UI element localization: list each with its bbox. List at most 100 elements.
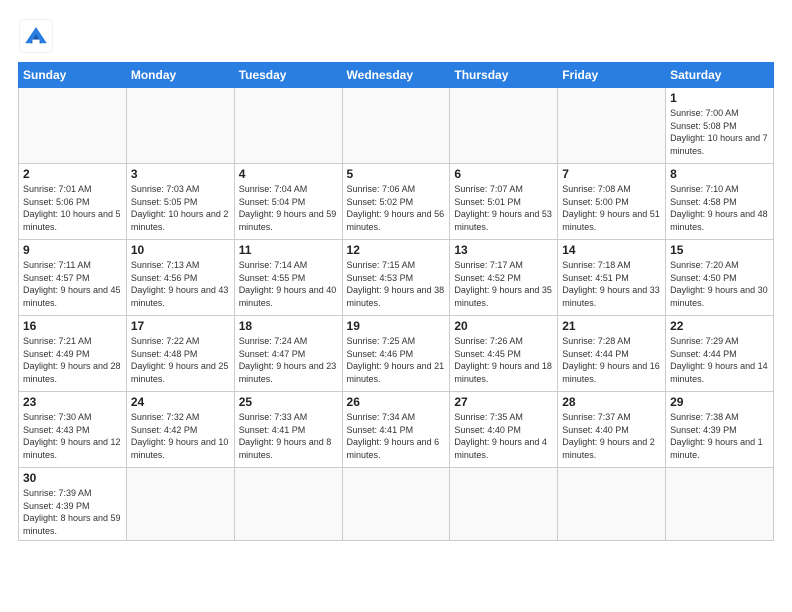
calendar-day-cell: 12 Sunrise: 7:15 AM Sunset: 4:53 PM Dayli… [342,240,450,316]
day-number: 13 [454,243,553,257]
calendar-weekday-header: Thursday [450,63,558,88]
calendar-day-cell [342,468,450,541]
day-number: 6 [454,167,553,181]
calendar-day-cell: 19 Sunrise: 7:25 AM Sunset: 4:46 PM Dayli… [342,316,450,392]
day-info: Sunrise: 7:32 AM Sunset: 4:42 PM Dayligh… [131,411,230,461]
day-number: 23 [23,395,122,409]
generalblue-logo-icon [18,18,54,54]
calendar-table: SundayMondayTuesdayWednesdayThursdayFrid… [18,62,774,541]
calendar-day-cell: 26 Sunrise: 7:34 AM Sunset: 4:41 PM Dayli… [342,392,450,468]
day-number: 27 [454,395,553,409]
calendar-day-cell: 3 Sunrise: 7:03 AM Sunset: 5:05 PM Daylig… [126,164,234,240]
calendar-day-cell: 5Sunrise: 7:06 AM Sunset: 5:02 PM Daylig… [342,164,450,240]
calendar-day-cell [342,88,450,164]
day-info: Sunrise: 7:26 AM Sunset: 4:45 PM Dayligh… [454,335,553,385]
calendar-week-row: 2 Sunrise: 7:01 AM Sunset: 5:06 PM Daylig… [19,164,774,240]
day-info: Sunrise: 7:00 AM Sunset: 5:08 PM Dayligh… [670,107,769,157]
calendar-week-row: 1 Sunrise: 7:00 AM Sunset: 5:08 PM Daylig… [19,88,774,164]
day-info: Sunrise: 7:18 AM Sunset: 4:51 PM Dayligh… [562,259,661,309]
day-info: Sunrise: 7:25 AM Sunset: 4:46 PM Dayligh… [347,335,446,385]
calendar-week-row: 23Sunrise: 7:30 AM Sunset: 4:43 PM Dayli… [19,392,774,468]
calendar-day-cell [19,88,127,164]
day-info: Sunrise: 7:24 AM Sunset: 4:47 PM Dayligh… [239,335,338,385]
day-info: Sunrise: 7:14 AM Sunset: 4:55 PM Dayligh… [239,259,338,309]
calendar-weekday-header: Friday [558,63,666,88]
calendar-day-cell: 9 Sunrise: 7:11 AM Sunset: 4:57 PM Daylig… [19,240,127,316]
day-info: Sunrise: 7:08 AM Sunset: 5:00 PM Dayligh… [562,183,661,233]
calendar-day-cell: 25 Sunrise: 7:33 AM Sunset: 4:41 PM Dayli… [234,392,342,468]
day-info: Sunrise: 7:03 AM Sunset: 5:05 PM Dayligh… [131,183,230,233]
day-info: Sunrise: 7:01 AM Sunset: 5:06 PM Dayligh… [23,183,122,233]
calendar-day-cell: 29 Sunrise: 7:38 AM Sunset: 4:39 PM Dayli… [666,392,774,468]
day-number: 8 [670,167,769,181]
day-info: Sunrise: 7:35 AM Sunset: 4:40 PM Dayligh… [454,411,553,461]
calendar-day-cell: 4Sunrise: 7:04 AM Sunset: 5:04 PM Daylig… [234,164,342,240]
logo [18,18,58,54]
day-info: Sunrise: 7:20 AM Sunset: 4:50 PM Dayligh… [670,259,769,309]
day-info: Sunrise: 7:21 AM Sunset: 4:49 PM Dayligh… [23,335,122,385]
day-info: Sunrise: 7:37 AM Sunset: 4:40 PM Dayligh… [562,411,661,461]
calendar-day-cell: 15 Sunrise: 7:20 AM Sunset: 4:50 PM Dayli… [666,240,774,316]
calendar-day-cell: 27 Sunrise: 7:35 AM Sunset: 4:40 PM Dayli… [450,392,558,468]
calendar-weekday-header: Wednesday [342,63,450,88]
page-header [18,18,774,54]
day-number: 1 [670,91,769,105]
calendar-day-cell [234,468,342,541]
calendar-day-cell [558,468,666,541]
calendar-day-cell [450,468,558,541]
day-number: 20 [454,319,553,333]
calendar-day-cell: 16 Sunrise: 7:21 AM Sunset: 4:49 PM Dayli… [19,316,127,392]
calendar-day-cell: 8 Sunrise: 7:10 AM Sunset: 4:58 PM Daylig… [666,164,774,240]
calendar-week-row: 9 Sunrise: 7:11 AM Sunset: 4:57 PM Daylig… [19,240,774,316]
calendar-day-cell [666,468,774,541]
day-number: 9 [23,243,122,257]
calendar-day-cell: 10Sunrise: 7:13 AM Sunset: 4:56 PM Dayli… [126,240,234,316]
day-number: 5 [347,167,446,181]
day-info: Sunrise: 7:29 AM Sunset: 4:44 PM Dayligh… [670,335,769,385]
day-number: 17 [131,319,230,333]
calendar-day-cell: 1 Sunrise: 7:00 AM Sunset: 5:08 PM Daylig… [666,88,774,164]
day-info: Sunrise: 7:15 AM Sunset: 4:53 PM Dayligh… [347,259,446,309]
day-info: Sunrise: 7:39 AM Sunset: 4:39 PM Dayligh… [23,487,122,537]
calendar-day-cell: 28Sunrise: 7:37 AM Sunset: 4:40 PM Dayli… [558,392,666,468]
day-number: 11 [239,243,338,257]
day-info: Sunrise: 7:07 AM Sunset: 5:01 PM Dayligh… [454,183,553,233]
day-number: 29 [670,395,769,409]
calendar-day-cell: 22 Sunrise: 7:29 AM Sunset: 4:44 PM Dayli… [666,316,774,392]
calendar-weekday-header: Tuesday [234,63,342,88]
calendar-day-cell: 24 Sunrise: 7:32 AM Sunset: 4:42 PM Dayli… [126,392,234,468]
day-number: 10 [131,243,230,257]
day-number: 24 [131,395,230,409]
day-info: Sunrise: 7:22 AM Sunset: 4:48 PM Dayligh… [131,335,230,385]
day-number: 22 [670,319,769,333]
calendar-week-row: 30 Sunrise: 7:39 AM Sunset: 4:39 PM Dayli… [19,468,774,541]
day-number: 30 [23,471,122,485]
day-number: 4 [239,167,338,181]
day-info: Sunrise: 7:34 AM Sunset: 4:41 PM Dayligh… [347,411,446,461]
calendar-header-row: SundayMondayTuesdayWednesdayThursdayFrid… [19,63,774,88]
calendar-day-cell: 21Sunrise: 7:28 AM Sunset: 4:44 PM Dayli… [558,316,666,392]
day-number: 3 [131,167,230,181]
day-number: 12 [347,243,446,257]
day-info: Sunrise: 7:10 AM Sunset: 4:58 PM Dayligh… [670,183,769,233]
day-number: 19 [347,319,446,333]
day-info: Sunrise: 7:38 AM Sunset: 4:39 PM Dayligh… [670,411,769,461]
day-number: 15 [670,243,769,257]
calendar-day-cell: 13Sunrise: 7:17 AM Sunset: 4:52 PM Dayli… [450,240,558,316]
day-number: 26 [347,395,446,409]
calendar-day-cell: 30 Sunrise: 7:39 AM Sunset: 4:39 PM Dayli… [19,468,127,541]
day-number: 21 [562,319,661,333]
day-number: 7 [562,167,661,181]
calendar-week-row: 16 Sunrise: 7:21 AM Sunset: 4:49 PM Dayli… [19,316,774,392]
calendar-day-cell [126,468,234,541]
day-info: Sunrise: 7:11 AM Sunset: 4:57 PM Dayligh… [23,259,122,309]
calendar-weekday-header: Sunday [19,63,127,88]
day-number: 16 [23,319,122,333]
day-number: 25 [239,395,338,409]
day-info: Sunrise: 7:33 AM Sunset: 4:41 PM Dayligh… [239,411,338,461]
calendar-day-cell: 2 Sunrise: 7:01 AM Sunset: 5:06 PM Daylig… [19,164,127,240]
day-number: 14 [562,243,661,257]
day-number: 2 [23,167,122,181]
calendar-day-cell: 20 Sunrise: 7:26 AM Sunset: 4:45 PM Dayli… [450,316,558,392]
calendar-day-cell [450,88,558,164]
